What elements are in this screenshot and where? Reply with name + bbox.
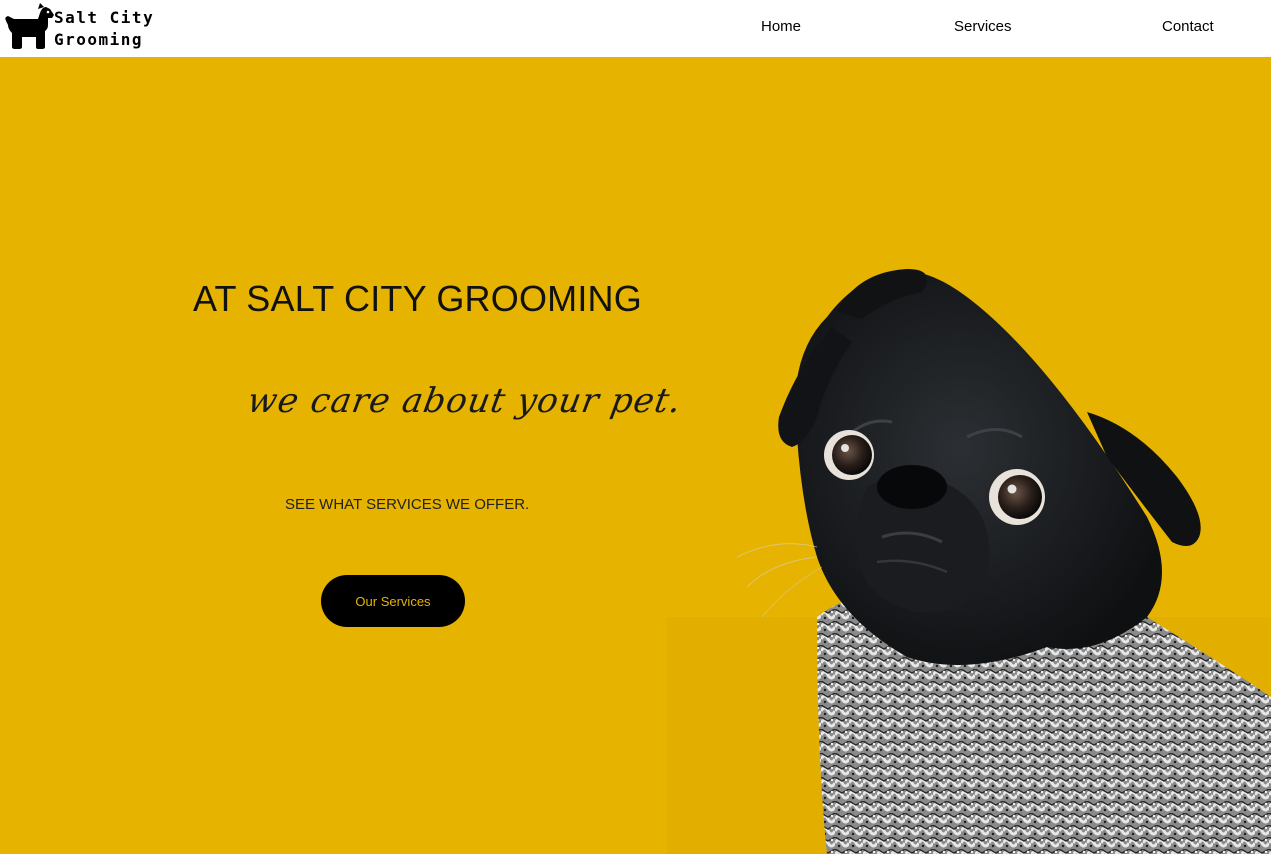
pug-illustration xyxy=(667,269,1271,854)
site-logo[interactable]: Salt City Grooming xyxy=(4,3,164,53)
nav-services[interactable]: Services xyxy=(954,18,1012,35)
site-header: Salt City Grooming Home Services Contact xyxy=(0,0,1271,57)
hero-title: AT SALT CITY GROOMING xyxy=(193,278,642,319)
pug-photo xyxy=(667,57,1271,854)
nav-home[interactable]: Home xyxy=(761,18,801,35)
our-services-button[interactable]: Our Services xyxy=(321,575,465,627)
brand-name-line1: Salt City xyxy=(54,8,155,27)
brand-name-line2: Grooming xyxy=(54,30,144,49)
nav-contact[interactable]: Contact xyxy=(1162,18,1214,35)
hero-subtitle: SEE WHAT SERVICES WE OFFER. xyxy=(285,496,530,513)
dog-icon xyxy=(5,3,54,49)
hero-tagline: we care about your pet. xyxy=(244,381,685,421)
hero-section: AT SALT CITY GROOMING we care about your… xyxy=(0,57,1271,854)
